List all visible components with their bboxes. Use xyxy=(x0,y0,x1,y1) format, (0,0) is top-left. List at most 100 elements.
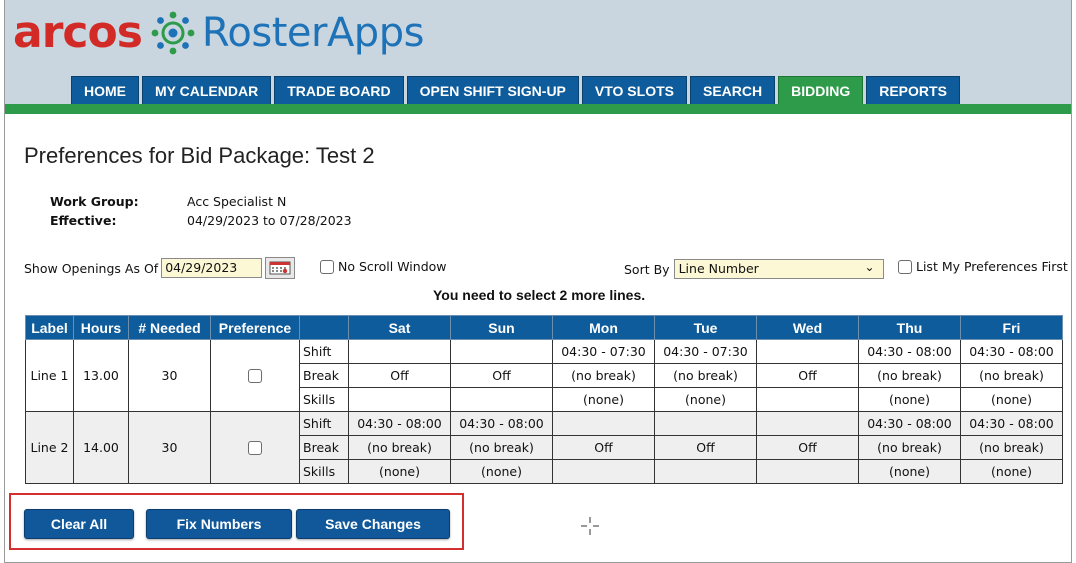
day-cell: (no break) xyxy=(960,363,1063,388)
line-preference-cell xyxy=(210,411,300,484)
day-cell: Off xyxy=(756,435,859,460)
no-scroll-window-option[interactable]: No Scroll Window xyxy=(320,259,447,274)
bid-lines-table: Label Hours # Needed Preference Sat Sun … xyxy=(25,315,1063,484)
day-cell: Off xyxy=(348,363,451,388)
tab-trade-board[interactable]: TRADE BOARD xyxy=(274,76,404,104)
effective-label: Effective: xyxy=(50,213,117,228)
tab-home[interactable]: HOME xyxy=(71,76,139,104)
show-openings-label: Show Openings As Of xyxy=(24,260,159,276)
row-type-cell: Shift xyxy=(299,339,349,364)
show-openings-control: Show Openings As Of 04/29/2023 xyxy=(24,257,296,279)
day-cell: (none) xyxy=(960,387,1063,412)
col-header-thu: Thu xyxy=(858,315,961,340)
gear-icon xyxy=(151,11,195,55)
col-header-mon: Mon xyxy=(552,315,655,340)
col-header-fri: Fri xyxy=(960,315,1063,340)
sort-by-selected-value: Line Number xyxy=(678,261,759,276)
day-cell: (no break) xyxy=(552,363,655,388)
save-changes-button[interactable]: Save Changes xyxy=(296,509,450,539)
main-nav: HOME MY CALENDAR TRADE BOARD OPEN SHIFT … xyxy=(71,76,960,104)
sort-by-select[interactable]: Line Number ⌄ xyxy=(673,259,884,279)
table-row: Line 1 13.00 30 Shift 04:30 - 07:30 04:3… xyxy=(25,339,1063,412)
col-header-sat: Sat xyxy=(348,315,451,340)
sort-by-label: Sort By xyxy=(624,261,670,277)
col-header-wed: Wed xyxy=(756,315,859,340)
effective-value: 04/29/2023 to 07/28/2023 xyxy=(187,213,352,228)
tab-bidding[interactable]: BIDDING xyxy=(778,76,864,104)
tab-vto-slots[interactable]: VTO SLOTS xyxy=(581,76,687,104)
line-label-cell: Line 1 xyxy=(25,339,74,412)
tab-search[interactable]: SEARCH xyxy=(689,76,776,104)
line-2-preference-checkbox[interactable] xyxy=(248,441,262,456)
calendar-picker-button[interactable] xyxy=(265,257,296,279)
day-cell: (none) xyxy=(960,459,1063,484)
day-cell: (none) xyxy=(450,459,553,484)
row-type-cell: Skills xyxy=(299,459,349,484)
col-header-tue: Tue xyxy=(654,315,757,340)
list-my-preferences-first-option[interactable]: List My Preferences First xyxy=(898,259,1068,274)
col-header-hours: Hours xyxy=(73,315,129,340)
table-row: Line 2 14.00 30 Shift 04:30 - 08:00 04:3… xyxy=(25,411,1063,484)
row-type-cell: Break xyxy=(299,363,349,388)
no-scroll-window-label: No Scroll Window xyxy=(338,259,447,274)
day-cell: 04:30 - 08:00 xyxy=(858,411,961,436)
show-openings-date-input[interactable]: 04/29/2023 xyxy=(161,258,263,278)
row-type-cell: Break xyxy=(299,435,349,460)
day-cell: 04:30 - 08:00 xyxy=(450,411,553,436)
line-needed-cell: 30 xyxy=(128,339,211,412)
day-cell: (none) xyxy=(654,387,757,412)
day-cell xyxy=(348,339,451,364)
line-needed-cell: 30 xyxy=(128,411,211,484)
no-scroll-window-checkbox[interactable] xyxy=(320,259,334,274)
table-header-row: Label Hours # Needed Preference Sat Sun … xyxy=(25,315,1063,340)
day-cell: (no break) xyxy=(858,435,961,460)
day-cell: 04:30 - 07:30 xyxy=(552,339,655,364)
day-cell xyxy=(756,459,859,484)
sort-by-control: Sort By Line Number ⌄ xyxy=(624,259,884,279)
day-cell xyxy=(756,387,859,412)
day-cell: (none) xyxy=(552,387,655,412)
logo-brand: arcos xyxy=(13,7,143,58)
day-cell xyxy=(450,339,553,364)
day-cell xyxy=(552,459,655,484)
calendar-icon xyxy=(269,261,291,275)
day-cell: 04:30 - 08:00 xyxy=(348,411,451,436)
day-cell: 04:30 - 07:30 xyxy=(654,339,757,364)
tab-my-calendar[interactable]: MY CALENDAR xyxy=(142,76,272,104)
bid-package-info: Work Group: Acc Specialist N Effective: … xyxy=(50,192,352,230)
day-cell: Off xyxy=(654,435,757,460)
day-cell: 04:30 - 08:00 xyxy=(960,339,1063,364)
tab-open-shift-sign-up[interactable]: OPEN SHIFT SIGN-UP xyxy=(406,76,579,104)
day-cell: (none) xyxy=(348,459,451,484)
day-cell: (no break) xyxy=(348,435,451,460)
col-header-sun: Sun xyxy=(450,315,553,340)
app-logo[interactable]: arcos RosterApps xyxy=(13,8,424,58)
day-cell xyxy=(654,411,757,436)
row-type-cell: Shift xyxy=(299,411,349,436)
app-header: arcos RosterApps HOME MY CALENDAR TRADE … xyxy=(5,0,1071,106)
tab-reports[interactable]: REPORTS xyxy=(866,76,960,104)
list-my-preferences-first-checkbox[interactable] xyxy=(898,259,912,274)
work-group-value: Acc Specialist N xyxy=(187,194,287,209)
day-cell xyxy=(756,339,859,364)
page-title: Preferences for Bid Package: Test 2 xyxy=(24,143,375,168)
row-type-cell: Skills xyxy=(299,387,349,412)
logo-product: RosterApps xyxy=(201,10,425,56)
day-cell: Off xyxy=(450,363,553,388)
day-cell xyxy=(348,387,451,412)
chevron-down-icon: ⌄ xyxy=(864,260,875,274)
fix-numbers-button[interactable]: Fix Numbers xyxy=(146,509,292,539)
line-label-cell: Line 2 xyxy=(25,411,74,484)
col-header-preference: Preference xyxy=(210,315,300,340)
line-hours-cell: 13.00 xyxy=(73,339,129,412)
list-my-preferences-first-label: List My Preferences First xyxy=(916,259,1068,274)
col-header-label: Label xyxy=(25,315,74,340)
crosshair-cursor-icon xyxy=(581,517,599,535)
clear-all-button[interactable]: Clear All xyxy=(24,509,134,539)
day-cell xyxy=(756,411,859,436)
line-1-preference-checkbox[interactable] xyxy=(248,369,262,384)
day-cell: (no break) xyxy=(450,435,553,460)
day-cell: 04:30 - 08:00 xyxy=(858,339,961,364)
col-header-needed: # Needed xyxy=(128,315,211,340)
day-cell: (no break) xyxy=(960,435,1063,460)
